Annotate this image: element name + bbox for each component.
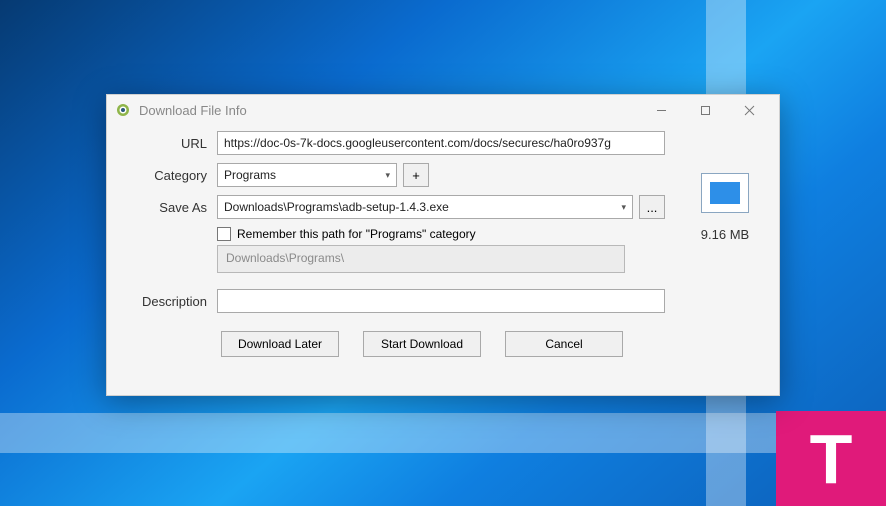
description-label: Description (107, 294, 217, 309)
saveas-label: Save As (107, 200, 217, 215)
url-input[interactable] (217, 131, 665, 155)
cancel-button[interactable]: Cancel (505, 331, 623, 357)
add-category-button[interactable]: + (403, 163, 429, 187)
window-title: Download File Info (139, 103, 639, 118)
minimize-button[interactable] (639, 95, 683, 125)
description-input[interactable] (217, 289, 665, 313)
category-selected-text: Programs (224, 168, 276, 182)
category-select[interactable]: Programs ▾ (217, 163, 397, 187)
saveas-path-combo[interactable]: Downloads\Programs\adb-setup-1.4.3.exe ▾ (217, 195, 633, 219)
saveas-path-text: Downloads\Programs\adb-setup-1.4.3.exe (224, 200, 449, 214)
file-size-text: 9.16 MB (701, 227, 749, 242)
file-type-icon (701, 173, 749, 213)
chevron-down-icon: ▾ (621, 202, 626, 213)
chevron-down-icon: ▾ (385, 170, 390, 181)
dialog-download-file-info: Download File Info URL Category Programs… (106, 94, 780, 396)
start-download-button[interactable]: Start Download (363, 331, 481, 357)
remember-path-checkbox[interactable] (217, 227, 231, 241)
base-path-readonly: Downloads\Programs\ (217, 245, 625, 273)
app-icon (115, 102, 131, 118)
maximize-button[interactable] (683, 95, 727, 125)
category-label: Category (107, 168, 217, 183)
watermark-logo: T (776, 411, 886, 506)
download-later-button[interactable]: Download Later (221, 331, 339, 357)
remember-path-label: Remember this path for "Programs" catego… (237, 227, 476, 241)
url-label: URL (107, 136, 217, 151)
close-button[interactable] (727, 95, 771, 125)
browse-button[interactable]: ... (639, 195, 665, 219)
titlebar: Download File Info (107, 95, 779, 125)
